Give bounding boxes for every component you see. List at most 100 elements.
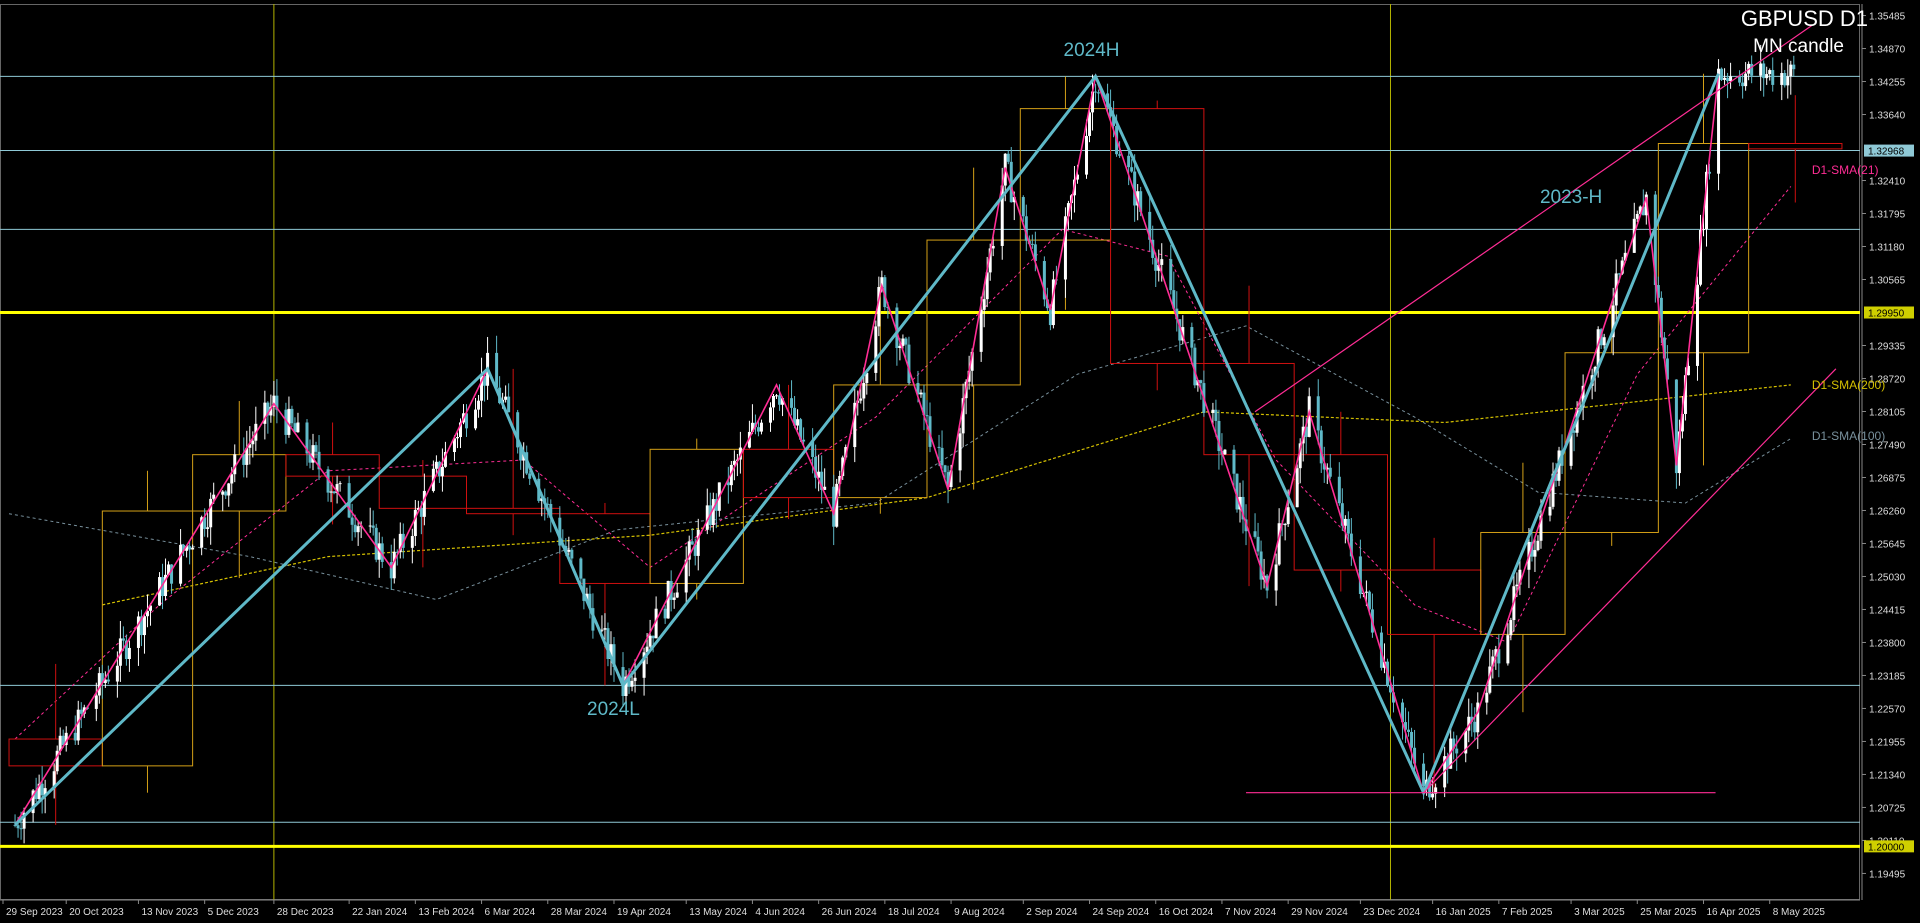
daily-candle-105 bbox=[455, 437, 459, 439]
daily-candle-321 bbox=[1364, 591, 1368, 593]
daily-candle-75 bbox=[329, 491, 333, 493]
daily-candle-81 bbox=[353, 524, 357, 533]
daily-candle-140 bbox=[603, 628, 607, 630]
daily-candle-295 bbox=[1256, 536, 1260, 552]
daily-candle-1 bbox=[16, 825, 20, 829]
daily-candle-43 bbox=[191, 547, 195, 550]
daily-candle-224 bbox=[958, 433, 962, 471]
daily-candle-423 bbox=[1792, 64, 1796, 70]
daily-candle-257 bbox=[1094, 91, 1098, 93]
daily-candle-177 bbox=[756, 427, 760, 432]
chart-symbol-title: GBPUSD D1 bbox=[1740, 6, 1868, 31]
daily-candle-407 bbox=[1726, 77, 1730, 82]
price-tick-label-4: 1.32410 bbox=[1869, 177, 1906, 188]
daily-candle-157 bbox=[672, 597, 676, 600]
daily-candle-314 bbox=[1337, 476, 1341, 504]
daily-candle-284 bbox=[1211, 409, 1215, 413]
daily-candle-19 bbox=[94, 695, 98, 709]
price-tick-label-17: 1.23800 bbox=[1869, 638, 1906, 649]
daily-candle-201 bbox=[859, 398, 863, 401]
daily-candle-219 bbox=[937, 446, 941, 448]
time-tick-label-1: 20 Oct 2023 bbox=[69, 907, 124, 918]
daily-candle-158 bbox=[675, 592, 679, 598]
daily-candle-242 bbox=[1030, 243, 1034, 245]
daily-candle-212 bbox=[904, 338, 908, 345]
daily-candle-355 bbox=[1509, 620, 1513, 636]
daily-candle-405 bbox=[1720, 68, 1724, 80]
daily-candle-180 bbox=[771, 395, 775, 408]
time-tick-label-7: 6 Mar 2024 bbox=[485, 907, 536, 918]
daily-candle-178 bbox=[759, 422, 763, 432]
daily-candle-221 bbox=[943, 465, 947, 473]
daily-candle-102 bbox=[440, 466, 444, 477]
daily-candle-78 bbox=[338, 483, 342, 485]
time-tick-label-16: 24 Sep 2024 bbox=[1093, 907, 1150, 918]
daily-candle-181 bbox=[775, 395, 779, 397]
daily-candle-48 bbox=[212, 494, 216, 499]
time-tick-label-13: 18 Jul 2024 bbox=[888, 907, 940, 918]
price-chart[interactable]: 1.35485 1.34870 1.34255 1.33640 1.32410 1.317… bbox=[0, 0, 1920, 923]
time-tick-label-22: 7 Feb 2025 bbox=[1502, 907, 1553, 918]
daily-candle-229 bbox=[979, 309, 983, 352]
price-tick-label-13: 1.26260 bbox=[1869, 506, 1906, 517]
daily-candle-76 bbox=[332, 491, 336, 494]
daily-candle-132 bbox=[567, 549, 571, 552]
time-tick-label-11: 4 Jun 2024 bbox=[755, 907, 805, 918]
price-tick-label-18: 1.23185 bbox=[1869, 671, 1906, 682]
daily-candle-148 bbox=[633, 677, 637, 681]
price-tick-label-19: 1.22570 bbox=[1869, 704, 1906, 715]
time-tick-label-6: 13 Feb 2024 bbox=[418, 907, 475, 918]
daily-candle-274 bbox=[1169, 259, 1173, 291]
price-tick-label-14: 1.25645 bbox=[1869, 539, 1906, 550]
daily-candle-186 bbox=[796, 419, 800, 426]
daily-candle-163 bbox=[696, 529, 700, 556]
daily-candle-230 bbox=[982, 299, 986, 310]
daily-candle-364 bbox=[1548, 506, 1552, 516]
time-tick-label-4: 28 Dec 2023 bbox=[277, 907, 334, 918]
daily-candle-188 bbox=[802, 439, 806, 442]
daily-candle-220 bbox=[940, 447, 944, 466]
daily-candle-420 bbox=[1783, 73, 1787, 86]
daily-candle-82 bbox=[356, 526, 360, 533]
chart-subtitle: MN candle bbox=[1753, 36, 1844, 57]
daily-candle-42 bbox=[188, 546, 192, 550]
daily-candle-2 bbox=[19, 828, 23, 830]
daily-candle-118 bbox=[507, 396, 511, 413]
daily-candle-413 bbox=[1750, 63, 1754, 76]
daily-candle-385 bbox=[1635, 213, 1639, 219]
daily-candle-406 bbox=[1723, 77, 1727, 80]
daily-candle-204 bbox=[874, 326, 878, 373]
price-badge-label-2: 1.20000 bbox=[1868, 842, 1905, 853]
price-tick-label-16: 1.24415 bbox=[1869, 605, 1906, 616]
price-tick-label-6: 1.31180 bbox=[1869, 243, 1905, 254]
time-tick-label-5: 22 Jan 2024 bbox=[352, 907, 407, 918]
daily-candle-14 bbox=[73, 732, 77, 741]
daily-candle-211 bbox=[901, 338, 905, 346]
time-tick-label-19: 29 Nov 2024 bbox=[1291, 907, 1348, 918]
time-tick-label-17: 16 Oct 2024 bbox=[1159, 907, 1214, 918]
time-tick-label-3: 5 Dec 2023 bbox=[208, 907, 260, 918]
time-tick-label-18: 7 Nov 2024 bbox=[1225, 907, 1277, 918]
daily-candle-47 bbox=[209, 498, 213, 528]
daily-candle-317 bbox=[1346, 518, 1350, 534]
price-badge-label-1: 1.29950 bbox=[1868, 309, 1905, 320]
daily-candle-147 bbox=[630, 680, 634, 687]
daily-candle-46 bbox=[206, 527, 210, 529]
daily-candle-72 bbox=[314, 445, 318, 452]
daily-candle-309 bbox=[1316, 396, 1320, 431]
price-tick-label-7: 1.30565 bbox=[1869, 276, 1906, 287]
time-tick-label-2: 13 Nov 2023 bbox=[141, 907, 198, 918]
time-tick-label-24: 25 Mar 2025 bbox=[1640, 907, 1697, 918]
price-tick-label-21: 1.21340 bbox=[1869, 770, 1906, 781]
daily-candle-68 bbox=[296, 422, 300, 433]
daily-candle-134 bbox=[579, 558, 583, 579]
daily-candle-411 bbox=[1744, 73, 1748, 87]
daily-candle-7 bbox=[40, 783, 44, 796]
sma200-label: D1-SMA(200) bbox=[1811, 377, 1886, 392]
time-tick-label-21: 16 Jan 2025 bbox=[1436, 907, 1491, 918]
annotation-2024-low: 2024L bbox=[587, 699, 640, 721]
daily-candle-233 bbox=[991, 245, 995, 249]
daily-candle-184 bbox=[790, 398, 794, 408]
daily-candle-117 bbox=[504, 396, 508, 400]
daily-candle-114 bbox=[495, 352, 499, 388]
